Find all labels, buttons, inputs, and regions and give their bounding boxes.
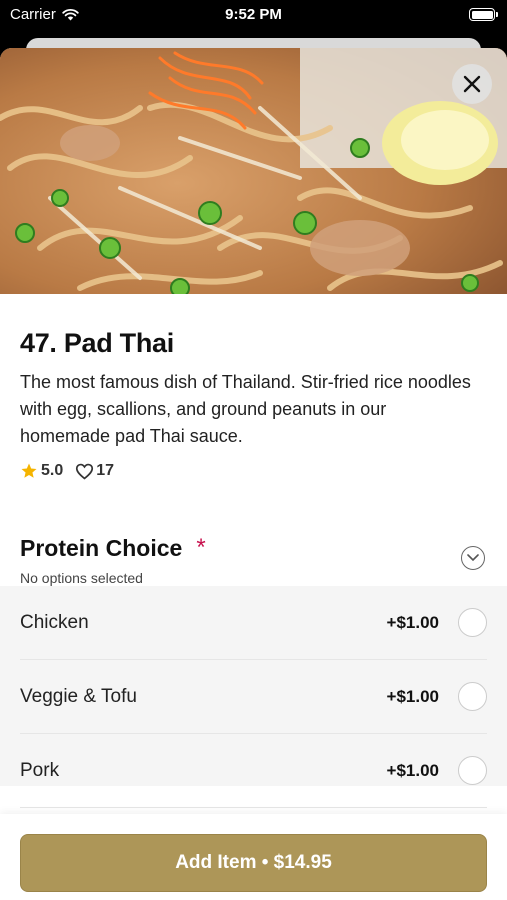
star-icon: [21, 463, 37, 478]
rating-value: 5.0: [41, 462, 64, 479]
option-chicken[interactable]: Chicken +$1.00: [20, 586, 487, 660]
item-details: 47. Pad Thai The most famous dish of Tha…: [0, 328, 507, 480]
battery-icon: [469, 8, 498, 21]
chevron-down-icon[interactable]: [461, 546, 485, 570]
option-name: Chicken: [20, 611, 89, 633]
option-name: Veggie & Tofu: [20, 685, 137, 707]
item-stats: 5.0 17: [20, 462, 487, 480]
option-radio[interactable]: [458, 608, 487, 637]
option-pork[interactable]: Pork +$1.00: [20, 734, 487, 808]
add-item-button[interactable]: Add Item • $14.95: [20, 834, 487, 892]
food-photo: [0, 48, 507, 294]
item-title: 47. Pad Thai: [20, 328, 174, 358]
close-button[interactable]: [452, 64, 492, 104]
option-radio[interactable]: [458, 682, 487, 711]
item-description: The most famous dish of Thailand. Stir-f…: [20, 372, 471, 446]
option-price: +$1.00: [386, 760, 439, 780]
option-name: Pork: [20, 759, 60, 781]
option-radio[interactable]: [458, 756, 487, 785]
heart-icon[interactable]: [75, 463, 94, 480]
likes-count: 17: [96, 462, 115, 479]
option-price: +$1.00: [386, 686, 439, 706]
footer-bar: Add Item • $14.95: [0, 814, 507, 900]
protein-choice-title: Protein Choice *: [20, 534, 487, 562]
clock: 9:52 PM: [225, 6, 282, 23]
protein-choice-status: No options selected: [20, 570, 143, 586]
protein-choice-label: Protein Choice: [20, 534, 183, 561]
protein-options-list: Chicken +$1.00 Veggie & Tofu +$1.00 Pork…: [0, 586, 507, 808]
pad-thai-image: [0, 48, 507, 294]
option-price: +$1.00: [386, 612, 439, 632]
close-icon: [463, 75, 481, 93]
option-veggie-tofu[interactable]: Veggie & Tofu +$1.00: [20, 660, 487, 734]
required-marker: *: [196, 534, 206, 561]
status-bar: Carrier 9:52 PM: [0, 0, 507, 34]
